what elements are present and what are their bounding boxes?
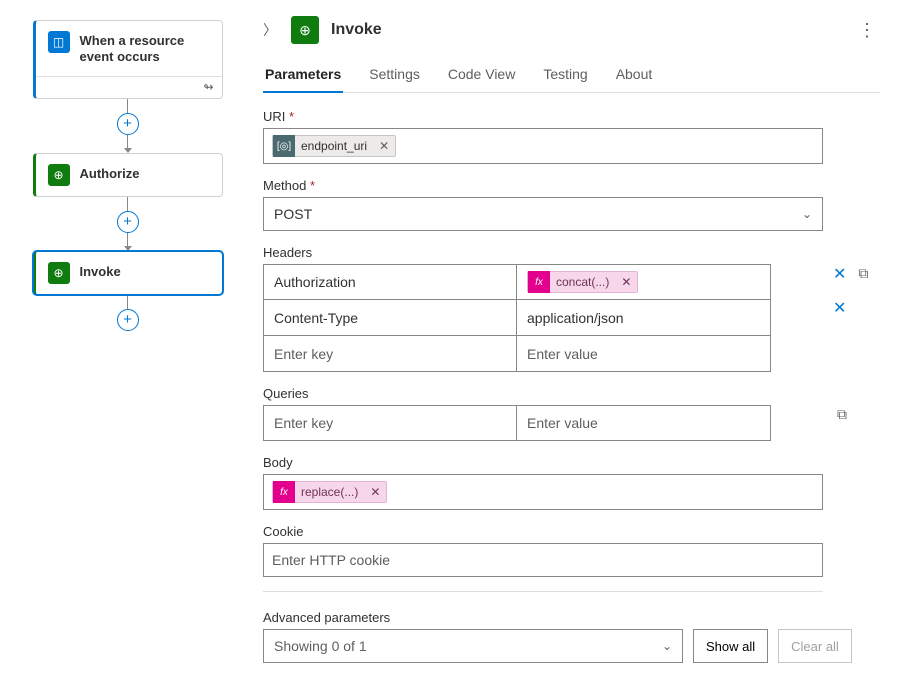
advanced-label: Advanced parameters (263, 610, 876, 625)
http-icon: ⊕ (48, 164, 70, 186)
clear-all-button[interactable]: Clear all (778, 629, 852, 663)
http-icon: ⊕ (291, 16, 319, 44)
parameter-icon: [◎] (273, 135, 295, 157)
connector: + (117, 99, 139, 153)
cookie-label: Cookie (263, 524, 876, 539)
connector: + (117, 197, 139, 251)
tab-about[interactable]: About (614, 60, 655, 92)
more-menu-icon[interactable]: ⋮ (854, 20, 880, 41)
connector: + (117, 295, 139, 331)
add-step-button[interactable]: + (117, 309, 139, 331)
queries-label: Queries (263, 386, 876, 401)
chevron-down-icon: ⌄ (662, 639, 672, 653)
show-all-button[interactable]: Show all (693, 629, 768, 663)
token-endpoint-uri[interactable]: [◎] endpoint_uri ✕ (272, 135, 396, 157)
tab-parameters[interactable]: Parameters (263, 60, 343, 92)
header-value-input[interactable]: Enter value (517, 336, 771, 372)
method-value: POST (274, 206, 312, 222)
divider (263, 591, 823, 592)
query-value-input[interactable]: Enter value (517, 405, 771, 441)
add-step-button[interactable]: + (117, 113, 139, 135)
header-value-input[interactable]: fx concat(...) ✕ (517, 264, 771, 300)
uri-label: URI * (263, 109, 876, 124)
action-node-invoke[interactable]: ⊕ Invoke (33, 251, 223, 295)
cookie-input[interactable]: Enter HTTP cookie (263, 543, 823, 577)
trigger-link-icon: ↬ (36, 76, 222, 98)
header-key-input[interactable]: Content-Type (263, 300, 517, 336)
properties-panel: 〉 ⊕ Invoke ⋮ Parameters Settings Code Vi… (255, 0, 900, 680)
advanced-summary: Showing 0 of 1 (274, 638, 367, 654)
panel-title: Invoke (331, 21, 842, 39)
headers-table: Authorization fx concat(...) ✕ Content-T… (263, 264, 823, 372)
uri-input[interactable]: [◎] endpoint_uri ✕ (263, 128, 823, 164)
add-step-button[interactable]: + (117, 211, 139, 233)
switch-mode-icon[interactable]: ⧉ (833, 405, 851, 423)
body-label: Body (263, 455, 876, 470)
advanced-select[interactable]: Showing 0 of 1 ⌄ (263, 629, 683, 663)
action-label: Invoke (80, 262, 121, 280)
tab-settings[interactable]: Settings (367, 60, 422, 92)
body-input[interactable]: fx replace(...) ✕ (263, 474, 823, 510)
remove-token-icon[interactable]: ✕ (364, 485, 386, 499)
method-select[interactable]: POST ⌄ (263, 197, 823, 231)
action-label: Authorize (80, 164, 140, 182)
switch-mode-icon[interactable]: ⧉ (854, 264, 872, 282)
remove-header-row-icon[interactable]: ✕ (833, 264, 846, 284)
method-label: Method * (263, 178, 876, 193)
header-key-input[interactable]: Enter key (263, 336, 517, 372)
chevron-down-icon: ⌄ (802, 207, 812, 221)
collapse-panel-chevron-icon[interactable]: 〉 (263, 20, 279, 40)
header-value-input[interactable]: application/json (517, 300, 771, 336)
header-key-input[interactable]: Authorization (263, 264, 517, 300)
tab-code-view[interactable]: Code View (446, 60, 517, 92)
token-replace[interactable]: fx replace(...) ✕ (272, 481, 387, 503)
queries-table: Enter key Enter value (263, 405, 823, 441)
trigger-label: When a resource event occurs (80, 31, 210, 66)
remove-token-icon[interactable]: ✕ (615, 275, 637, 289)
tab-bar: Parameters Settings Code View Testing Ab… (263, 60, 880, 93)
headers-label: Headers (263, 245, 876, 260)
remove-header-row-icon[interactable]: ✕ (833, 298, 846, 318)
token-concat[interactable]: fx concat(...) ✕ (527, 271, 638, 293)
fx-icon: fx (273, 481, 295, 503)
action-node-authorize[interactable]: ⊕ Authorize (33, 153, 223, 197)
event-grid-icon: ◫ (48, 31, 70, 53)
trigger-node[interactable]: ◫ When a resource event occurs ↬ (33, 20, 223, 99)
workflow-canvas: ◫ When a resource event occurs ↬ + ⊕ Aut… (0, 0, 255, 680)
remove-token-icon[interactable]: ✕ (373, 139, 395, 153)
query-key-input[interactable]: Enter key (263, 405, 517, 441)
http-icon: ⊕ (48, 262, 70, 284)
tab-testing[interactable]: Testing (541, 60, 589, 92)
fx-icon: fx (528, 271, 550, 293)
